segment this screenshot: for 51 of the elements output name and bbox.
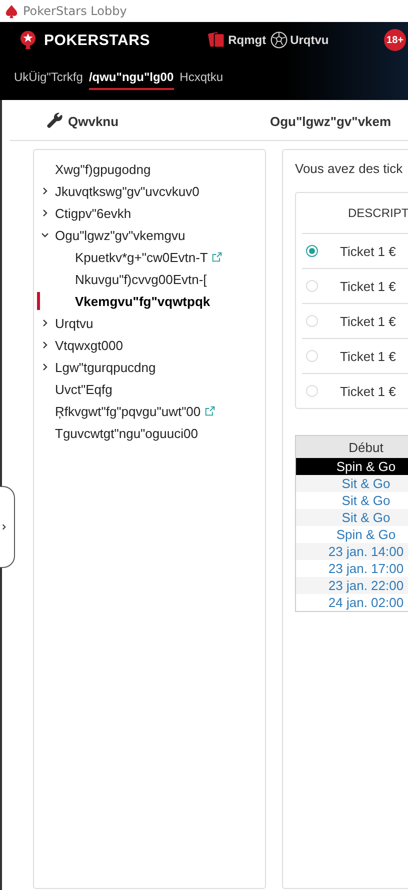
tree-item[interactable]: Ogu"lgwz"gv"vkemgvu: [55, 228, 186, 242]
table-row[interactable]: 23 jan. 14:00: [296, 543, 408, 560]
table-cell: Ticket 1 €: [340, 384, 396, 398]
nav-tab[interactable]: UkÜig"Tcrkfg: [14, 66, 83, 90]
tree-item[interactable]: Jkuvqtkswg"gv"uvcvkuv0: [55, 184, 200, 198]
tree-item[interactable]: Nkuvgu"f)cvvg00Evtn-[: [75, 272, 207, 286]
tree-item[interactable]: Vkemgvu"fg"vqwtpqk: [75, 294, 210, 308]
intro-text: Vous avez des tick: [295, 161, 403, 176]
header-link[interactable]: Rqmgt: [208, 31, 266, 49]
brand-name: POKERSTARS: [44, 32, 150, 48]
nav-tab[interactable]: Hcxqtku: [180, 66, 224, 90]
tree-item[interactable]: Ctigpv"6evkh: [55, 206, 132, 220]
table-cell: Ticket 1 €: [340, 348, 396, 364]
chevron-right-icon[interactable]: [40, 362, 50, 372]
chevron-right-icon[interactable]: [40, 340, 50, 350]
sidebar-title: Qwvknu: [68, 114, 119, 128]
table-row[interactable]: Spin & Go: [296, 458, 408, 475]
table-row[interactable]: 23 jan. 22:00: [296, 577, 408, 594]
column-header: Début: [348, 440, 384, 454]
tree-item[interactable]: Uvct"Eqfg: [55, 382, 112, 396]
page-title: Ogu"lgwz"gv"vkem: [270, 114, 392, 128]
cards-icon: [208, 31, 226, 49]
wrench-icon: [46, 112, 64, 130]
age-badge: 18+: [384, 29, 406, 51]
chevron-down-icon[interactable]: [40, 230, 50, 240]
spade-icon: [4, 4, 19, 18]
header-link[interactable]: Urqtvu: [270, 31, 329, 49]
logo-icon: [18, 29, 38, 51]
nav-tab[interactable]: /qwu"ngu"lg00: [88, 66, 174, 90]
tree-item[interactable]: Vtqwxgt000: [55, 338, 123, 352]
chevron-right-icon[interactable]: [40, 318, 50, 328]
selection-marker: [37, 292, 40, 310]
window-title: PokerStars Lobby: [23, 4, 127, 18]
table-row[interactable]: Sit & Go: [296, 475, 408, 492]
tree-item[interactable]: Tguvcwtgt"ngu"oguuci00: [55, 426, 198, 440]
chevron-right-icon[interactable]: [40, 208, 50, 218]
tree-item[interactable]: Lgw"tgurqpucdng: [55, 360, 156, 374]
expand-tab[interactable]: [0, 486, 15, 568]
tree-item[interactable]: Kpuetkv*g+"cw0Evtn-T: [75, 250, 208, 264]
tree-item[interactable]: Urqtvu: [55, 316, 94, 330]
tree-item[interactable]: Ŗfkvgwt"fg"pqvgu"uwt"00: [55, 404, 201, 418]
column-header: DESCRIPT: [348, 206, 408, 220]
tree-item[interactable]: Xwg"f)gpugodng: [55, 162, 151, 176]
table-cell: Ticket 1 €: [340, 314, 396, 328]
chevron-right-icon: [0, 522, 8, 532]
radio-button[interactable]: [306, 245, 318, 257]
table-row[interactable]: Sit & Go: [296, 509, 408, 526]
table-cell: Ticket 1 €: [340, 278, 396, 294]
chevron-right-icon[interactable]: [40, 186, 50, 196]
ball-icon: [270, 31, 288, 49]
table-cell: Ticket 1 €: [340, 244, 396, 258]
